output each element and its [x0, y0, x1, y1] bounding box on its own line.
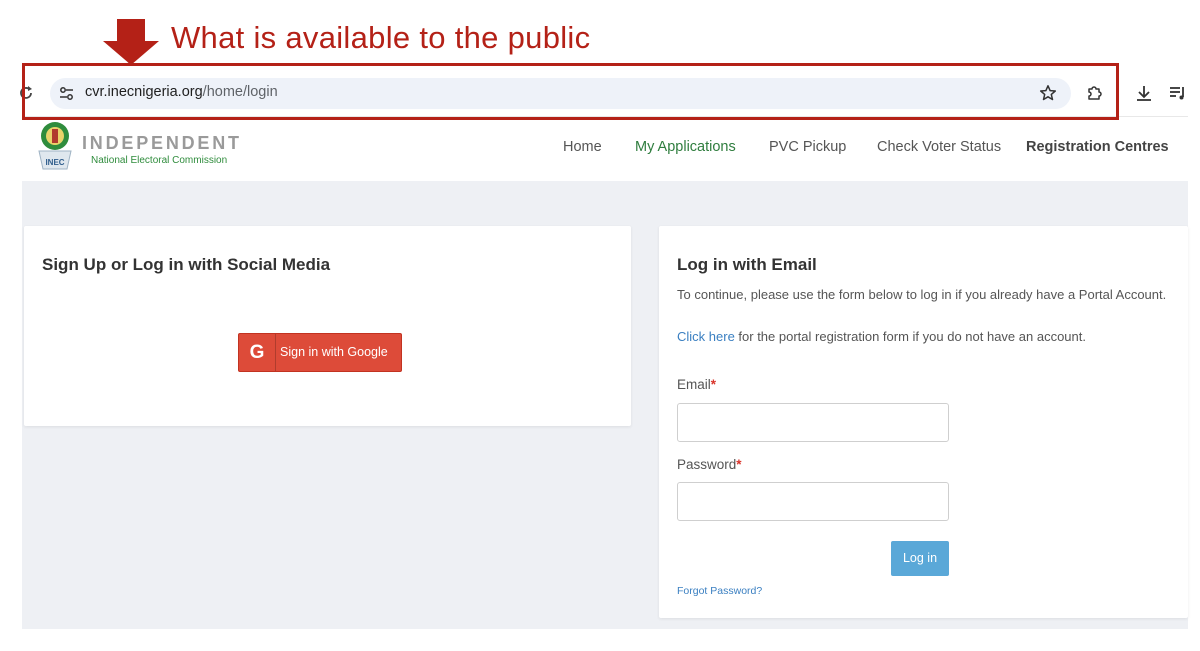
register-sentence-rest: for the portal registration form if you …: [734, 329, 1086, 344]
nav-registration-centres[interactable]: Registration Centres: [1026, 139, 1169, 155]
email-login-intro: To continue, please use the form below t…: [677, 287, 1167, 302]
logo-emblem-text: INEC: [45, 158, 64, 167]
reload-icon[interactable]: [17, 84, 35, 102]
password-label: Password*: [677, 457, 742, 472]
url-host: cvr.inecnigeria.org: [85, 84, 203, 100]
forgot-password-link[interactable]: Forgot Password?: [677, 585, 762, 597]
google-sign-in-label: Sign in with Google: [280, 345, 388, 359]
download-icon[interactable]: [1134, 83, 1154, 103]
email-required-mark: *: [710, 377, 717, 392]
google-sign-in-button[interactable]: G Sign in with Google: [238, 333, 402, 372]
nav-check-voter-status[interactable]: Check Voter Status: [877, 139, 1001, 155]
email-label-text: Email: [677, 377, 711, 392]
nav-home[interactable]: Home: [563, 139, 602, 155]
email-label: Email*: [677, 377, 716, 392]
log-in-button[interactable]: Log in: [891, 541, 949, 576]
social-login-title: Sign Up or Log in with Social Media: [42, 255, 331, 274]
password-field[interactable]: [677, 482, 949, 521]
password-required-mark: *: [736, 457, 742, 472]
url-text[interactable]: cvr.inecnigeria.org/home/login: [85, 84, 278, 100]
nav-pvc-pickup[interactable]: PVC Pickup: [769, 139, 846, 155]
google-g-icon: G: [239, 334, 276, 371]
annotation-down-arrow-icon: [103, 19, 159, 65]
bookmark-star-icon[interactable]: [1039, 84, 1057, 102]
email-login-title: Log in with Email: [677, 255, 817, 274]
register-link[interactable]: Click here: [677, 329, 735, 344]
nav-my-applications[interactable]: My Applications: [635, 139, 736, 155]
register-sentence: Click here for the portal registration f…: [677, 329, 1086, 344]
logo-subtitle[interactable]: National Electoral Commission: [91, 155, 227, 166]
email-field[interactable]: [677, 403, 949, 442]
inec-logo-emblem-icon[interactable]: INEC: [36, 121, 74, 171]
password-label-text: Password: [677, 457, 737, 472]
url-path: /home/login: [202, 84, 278, 100]
site-settings-icon[interactable]: [58, 85, 75, 102]
logo-title[interactable]: INDEPENDENT: [82, 133, 242, 154]
extensions-icon[interactable]: [1085, 83, 1105, 103]
annotation-caption: What is available to the public: [171, 20, 591, 55]
media-controls-icon[interactable]: [1168, 83, 1188, 103]
